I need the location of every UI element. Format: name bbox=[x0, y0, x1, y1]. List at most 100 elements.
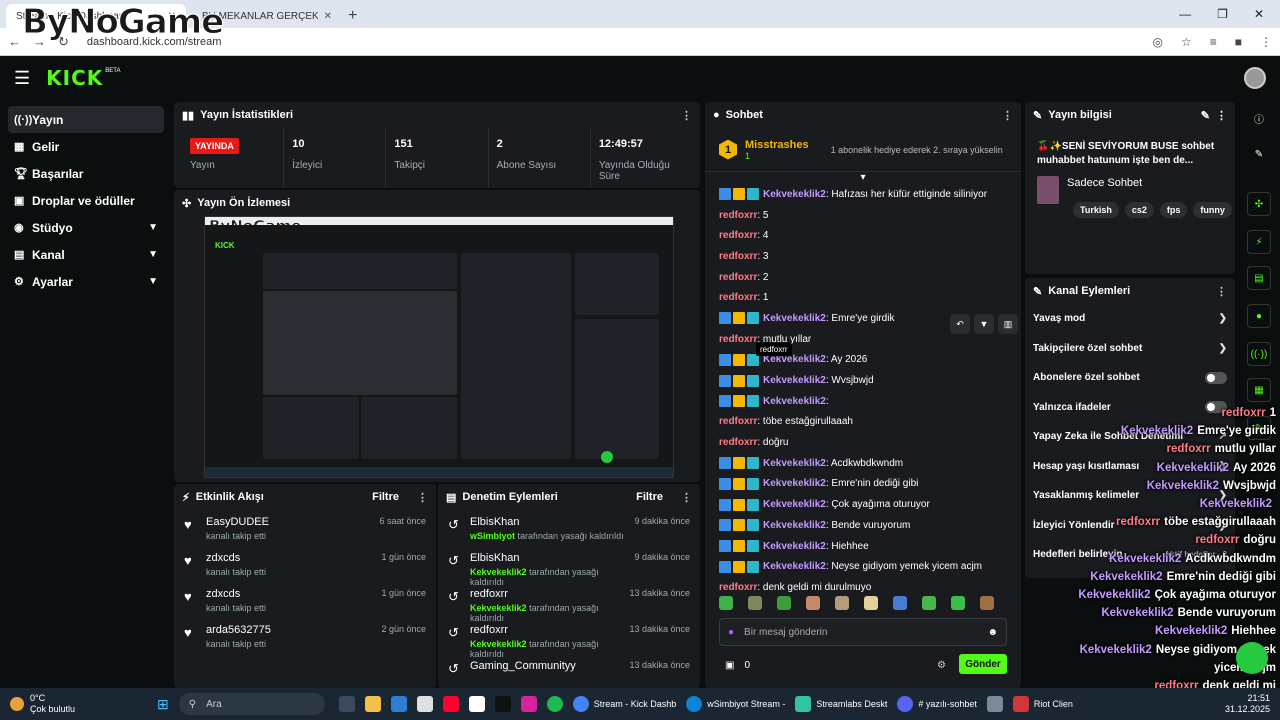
menu-icon[interactable]: ☰ bbox=[14, 68, 30, 89]
more-options-icon[interactable]: ⋮ bbox=[1216, 109, 1227, 122]
delete-icon[interactable]: ▥ bbox=[998, 314, 1018, 334]
edit-icon[interactable]: ✎ bbox=[1247, 142, 1271, 166]
chat-settings-icon[interactable]: ⚙ bbox=[937, 660, 946, 671]
moderator-name[interactable]: Kekvekeklik2 bbox=[470, 639, 527, 649]
instagram-icon[interactable] bbox=[520, 696, 537, 712]
system-clock[interactable]: 21:51 31.12.2025 bbox=[1225, 693, 1270, 715]
taskbar-app-streamlabs[interactable]: Streamlabs Deskt bbox=[795, 696, 887, 712]
document-icon[interactable]: ▤ bbox=[1247, 266, 1271, 290]
chat-username[interactable]: Kekvekeklik2 bbox=[763, 520, 826, 531]
emote-icon[interactable] bbox=[748, 596, 762, 610]
chat-icon[interactable]: ● bbox=[1247, 304, 1271, 328]
hide-icon[interactable]: ◎ bbox=[1152, 35, 1162, 49]
emote-icon[interactable] bbox=[777, 596, 791, 610]
chat-username[interactable]: redfoxrr bbox=[719, 251, 757, 262]
follower-name[interactable]: zdxcds bbox=[206, 588, 381, 600]
chat-username[interactable]: Kekvekeklik2 bbox=[763, 499, 826, 510]
sidebar-item-basarilar[interactable]: 🏆︎ Başarılar bbox=[8, 160, 164, 187]
moderated-user[interactable]: redfoxrr bbox=[470, 624, 629, 636]
more-options-icon[interactable]: ⋮ bbox=[681, 491, 692, 504]
info-icon[interactable]: ⓘ bbox=[1247, 106, 1271, 130]
moderated-user[interactable]: ElbisKhan bbox=[470, 552, 634, 564]
follower-name[interactable]: arda5632775 bbox=[206, 624, 381, 636]
new-tab-icon[interactable]: + bbox=[348, 4, 357, 28]
extension-icon[interactable]: ■ bbox=[1235, 35, 1242, 49]
follower-name[interactable]: zdxcds bbox=[206, 552, 381, 564]
chat-username[interactable]: redfoxrr bbox=[719, 292, 757, 303]
moderated-user[interactable]: Gaming_Communityy bbox=[470, 660, 629, 672]
sidebar-item-studyo[interactable]: ◉ Stüdyo ▼ bbox=[8, 214, 164, 241]
taskbar-app-edge[interactable]: wSimbiyot Stream - bbox=[686, 696, 785, 712]
filter-button[interactable]: Filtre bbox=[372, 491, 399, 503]
moderator-name[interactable]: wSimbiyot bbox=[470, 531, 515, 541]
chat-username[interactable]: Kekvekeklik2 bbox=[763, 396, 826, 407]
taskbar-app-riot[interactable]: Riot Clien bbox=[1012, 696, 1073, 712]
chat-username[interactable]: Kekvekeklik2 bbox=[763, 189, 826, 200]
follower-name[interactable]: EasyDUDEE bbox=[206, 516, 379, 528]
sidebar-item-gelir[interactable]: ▦ Gelir bbox=[8, 133, 164, 160]
browser-menu-icon[interactable]: ⋮ bbox=[1260, 35, 1272, 49]
moderator-name[interactable]: Kekvekeklik2 bbox=[470, 567, 527, 577]
chat-username[interactable]: redfoxrr bbox=[719, 416, 757, 427]
undo-icon[interactable]: ↶ bbox=[950, 314, 970, 334]
chat-username[interactable]: Kekvekeklik2 bbox=[763, 541, 826, 552]
chat-username[interactable]: redfoxrr bbox=[719, 334, 757, 345]
moderated-user[interactable]: redfoxrr bbox=[470, 588, 629, 600]
close-window-icon[interactable]: ✕ bbox=[1254, 7, 1264, 21]
emote-icon[interactable] bbox=[835, 596, 849, 610]
action-subscribers-only[interactable]: Abonelere özel sohbet bbox=[1025, 363, 1235, 393]
scroll-pause-icon[interactable]: ▾ bbox=[705, 172, 1021, 184]
close-tab-icon[interactable]: ✕ bbox=[324, 11, 332, 22]
kick-logo[interactable]: KICK bbox=[46, 66, 103, 90]
send-button[interactable]: Gönder bbox=[959, 654, 1007, 674]
chat-username[interactable]: redfoxrr bbox=[719, 582, 757, 593]
task-view-icon[interactable] bbox=[338, 696, 355, 712]
more-options-icon[interactable]: ⋮ bbox=[1002, 109, 1013, 122]
app-icon[interactable] bbox=[416, 696, 433, 712]
action-slow-mode[interactable]: Yavaş mod ❯ bbox=[1025, 304, 1235, 334]
app-icon[interactable] bbox=[468, 696, 485, 712]
chat-username[interactable]: redfoxrr bbox=[719, 210, 757, 221]
microphone-icon[interactable]: ● bbox=[728, 627, 734, 638]
broadcast-icon[interactable]: ((·)) bbox=[1247, 342, 1271, 366]
emote-icon[interactable] bbox=[893, 596, 907, 610]
reading-list-icon[interactable]: ≡ bbox=[1210, 35, 1217, 49]
windows-start-icon[interactable]: ⊞ bbox=[157, 696, 169, 713]
app-icon[interactable] bbox=[986, 696, 1003, 712]
emote-icon[interactable] bbox=[864, 596, 878, 610]
tiktok-icon[interactable] bbox=[494, 696, 511, 712]
stream-preview-video[interactable]: ByNoGame KICK bbox=[204, 216, 674, 478]
chat-username[interactable]: Kekvekeklik2 bbox=[763, 458, 826, 469]
lightning-icon[interactable]: ⚡︎ bbox=[1247, 230, 1271, 254]
moderated-user[interactable]: ElbisKhan bbox=[470, 516, 634, 528]
chat-username[interactable]: Kekvekeklik2 bbox=[763, 313, 826, 324]
layout-icon[interactable]: ▦ bbox=[1247, 378, 1271, 402]
filter-button[interactable]: Filtre bbox=[636, 491, 663, 503]
minimize-icon[interactable]: — bbox=[1179, 7, 1191, 21]
sidebar-item-kanal[interactable]: ▤ Kanal ▼ bbox=[8, 241, 164, 268]
emote-icon[interactable] bbox=[980, 596, 994, 610]
chat-input[interactable]: ● Bir mesaj gönderin ☻ bbox=[719, 618, 1007, 646]
file-explorer-icon[interactable] bbox=[364, 696, 381, 712]
user-avatar[interactable] bbox=[1244, 67, 1266, 89]
emote-icon[interactable] bbox=[922, 596, 936, 610]
chat-username[interactable]: Kekvekeklik2 bbox=[763, 561, 826, 572]
sidebar-item-yayin[interactable]: ((·)) Yayın bbox=[8, 106, 164, 133]
stats-icon[interactable]: ✣ bbox=[1247, 192, 1271, 216]
chat-username[interactable]: redfoxrr bbox=[719, 230, 757, 241]
gift-icon[interactable]: ▣ bbox=[725, 660, 734, 671]
top-gifter-banner[interactable]: 1 Misstrashes 1 1 abonelik hediye ederek… bbox=[705, 128, 1021, 172]
back-icon[interactable]: ← bbox=[8, 34, 21, 49]
chat-username[interactable]: redfoxrr bbox=[719, 272, 757, 283]
emoji-icon[interactable]: ☻ bbox=[987, 627, 998, 638]
taskbar-app-discord[interactable]: # yazılı-sohbet bbox=[897, 696, 977, 712]
maximize-icon[interactable]: ❐ bbox=[1217, 7, 1228, 21]
more-options-icon[interactable]: ⋮ bbox=[417, 491, 428, 504]
mail-icon[interactable] bbox=[390, 696, 407, 712]
spotify-icon[interactable] bbox=[546, 696, 563, 712]
chat-username[interactable]: Kekvekeklik2 bbox=[763, 478, 826, 489]
sidebar-item-ayarlar[interactable]: ⚙ Ayarlar ▼ bbox=[8, 268, 164, 295]
taskbar-app-chrome[interactable]: Stream - Kick Dashb bbox=[572, 696, 676, 712]
url-field[interactable]: dashboard.kick.com/stream bbox=[87, 36, 1141, 48]
chat-username[interactable]: Kekvekeklik2 bbox=[763, 375, 826, 386]
